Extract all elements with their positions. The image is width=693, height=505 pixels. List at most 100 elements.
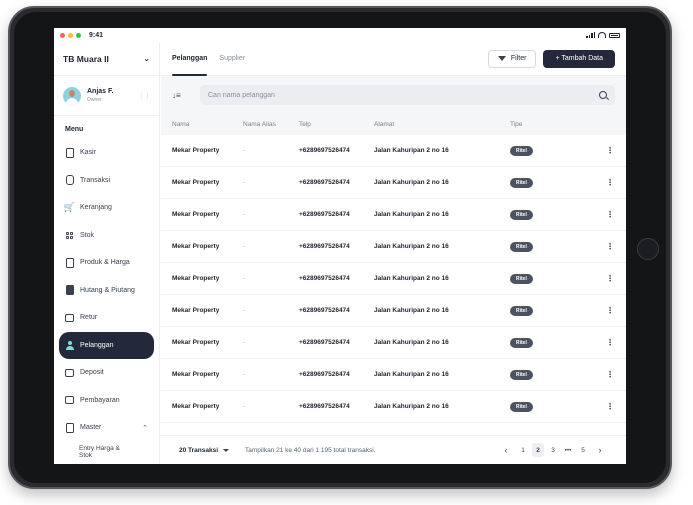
- sidebar-item-deposit[interactable]: Deposit: [54, 359, 159, 387]
- column-header-alamat[interactable]: Alamat: [374, 121, 510, 128]
- cell-tipe: Ritel: [510, 401, 580, 412]
- wallet-icon: [65, 313, 74, 323]
- user-profile[interactable]: Anjas F. Owner ⋮⋮: [54, 76, 159, 116]
- next-page-icon[interactable]: ›: [592, 443, 608, 457]
- sidebar-item-pembayaran[interactable]: Pembayaran: [54, 387, 159, 415]
- sidebar-subitem-entry-harga-stok[interactable]: Entry Harga & Stok: [54, 442, 159, 462]
- table-row[interactable]: Mekar Property - +6289697526474 Jalan Ka…: [161, 231, 626, 263]
- cell-alias: -: [243, 211, 246, 218]
- cell-telp: +6289697526474: [299, 371, 350, 378]
- wifi-icon: [598, 32, 606, 38]
- sidebar-item-label: Kasir: [80, 149, 96, 157]
- maximize-dot[interactable]: [76, 32, 81, 38]
- sidebar-item-label: Pelanggan: [80, 341, 114, 349]
- cell-alamat: Jalan Kahuripan 2 no 16: [374, 371, 449, 378]
- sidebar-item-keranjang[interactable]: 🛒 Keranjang: [54, 194, 159, 222]
- cell-tipe: Ritel: [510, 145, 580, 156]
- cell-alias: -: [243, 179, 246, 186]
- filter-icon: [497, 56, 506, 61]
- user-info: Anjas F. Owner: [87, 88, 113, 103]
- store-selector[interactable]: TB Muara II ⌄: [54, 42, 159, 76]
- wallet-icon: [65, 395, 74, 405]
- column-header-nama-alias[interactable]: Nama Alias: [243, 121, 299, 128]
- more-vertical-icon[interactable]: ⋮: [605, 370, 615, 379]
- cell-nama: Mekar Property: [172, 179, 220, 186]
- home-button: [637, 238, 659, 260]
- table-row[interactable]: Mekar Property - +6289697526474 Jalan Ka…: [161, 391, 626, 423]
- sidebar-item-produk-harga[interactable]: Produk & Harga: [54, 249, 159, 277]
- cell-telp: +6289697526474: [299, 243, 350, 250]
- battery-icon: [609, 32, 620, 38]
- sidebar-item-stok[interactable]: Stok: [54, 222, 159, 250]
- cell-tipe: Ritel: [510, 209, 580, 220]
- table-row[interactable]: Mekar Property - +6289697526474 Jalan Ka…: [161, 199, 626, 231]
- sidebar-item-label: Master: [80, 424, 102, 432]
- more-dots-icon[interactable]: ⋮⋮: [138, 92, 151, 100]
- minimize-dot[interactable]: [68, 32, 73, 38]
- table-row[interactable]: Mekar Property - +6289697526474 Jalan Ka…: [161, 263, 626, 295]
- tab-pelanggan[interactable]: Pelanggan: [172, 42, 208, 76]
- cell-alamat: Jalan Kahuripan 2 no 16: [374, 179, 449, 186]
- table-row[interactable]: Mekar Property - +6289697526474 Jalan Ka…: [161, 135, 626, 167]
- status-time: 9:41: [89, 31, 104, 39]
- close-dot[interactable]: [60, 32, 65, 38]
- cell-alamat: Jalan Kahuripan 2 no 16: [374, 339, 449, 346]
- table-row[interactable]: Mekar Property - +6289697526474 Jalan Ka…: [161, 295, 626, 327]
- column-header-nama[interactable]: Nama: [172, 121, 243, 128]
- more-vertical-icon[interactable]: ⋮: [605, 306, 615, 315]
- sidebar-item-master[interactable]: Master ⌃: [54, 414, 159, 442]
- search-input[interactable]: [208, 91, 599, 99]
- pagination-info: Tampilkan 21 ke 40 dari 1.195 total tran…: [245, 446, 376, 454]
- cell-alias: -: [243, 243, 246, 250]
- sidebar-item-label: Keranjang: [80, 204, 112, 212]
- table-row[interactable]: Mekar Property - +6289697526474 Jalan Ka…: [161, 359, 626, 391]
- page-5-button[interactable]: 5: [577, 443, 589, 457]
- cell-alamat: Jalan Kahuripan 2 no 16: [374, 403, 449, 410]
- sidebar-item-label: Pembayaran: [80, 396, 120, 404]
- column-header-telp[interactable]: Telp: [299, 121, 374, 128]
- more-vertical-icon[interactable]: ⋮: [605, 210, 615, 219]
- cell-telp: +6289697526474: [299, 403, 350, 410]
- cell-telp: +6289697526474: [299, 307, 350, 314]
- per-page-select[interactable]: 20 Transaksi: [179, 446, 230, 454]
- sidebar-item-pelanggan[interactable]: Pelanggan: [59, 331, 154, 359]
- pager: ‹ 1 2 3 ••• 5 ›: [498, 443, 608, 457]
- filter-label: Filter: [510, 55, 527, 62]
- prev-page-icon[interactable]: ‹: [498, 443, 514, 457]
- table-body: Mekar Property - +6289697526474 Jalan Ka…: [161, 135, 626, 423]
- cell-alamat: Jalan Kahuripan 2 no 16: [374, 211, 449, 218]
- search-icon[interactable]: [599, 91, 607, 99]
- filter-button[interactable]: Filter: [487, 49, 537, 68]
- more-vertical-icon[interactable]: ⋮: [605, 242, 615, 251]
- sidebar-item-retur[interactable]: Retur: [54, 304, 159, 332]
- more-vertical-icon[interactable]: ⋮: [605, 178, 615, 187]
- sidebar-item-hutang-piutang[interactable]: Hutang & Piutang: [54, 277, 159, 305]
- tab-supplier[interactable]: Supplier: [219, 42, 245, 76]
- menu-title: Menu: [65, 126, 84, 133]
- column-header-tipe[interactable]: Tipe: [510, 121, 580, 128]
- more-vertical-icon[interactable]: ⋮: [605, 146, 615, 155]
- search-box: [200, 85, 615, 105]
- table-row[interactable]: Mekar Property - +6289697526474 Jalan Ka…: [161, 167, 626, 199]
- sidebar-item-kasir[interactable]: Kasir: [54, 139, 159, 167]
- cell-tipe: Ritel: [510, 241, 580, 252]
- cart-icon: 🛒: [63, 202, 76, 213]
- more-vertical-icon[interactable]: ⋮: [605, 274, 615, 283]
- signal-icon: [586, 32, 595, 38]
- add-data-button[interactable]: + Tambah Data: [543, 49, 615, 68]
- user-name: Anjas F.: [87, 88, 114, 95]
- page-1-button[interactable]: 1: [517, 443, 529, 457]
- sidebar-item-transaksi[interactable]: Transaksi: [54, 167, 159, 195]
- sort-icon[interactable]: ↓≡: [172, 91, 192, 100]
- per-page-value: 20 Transaksi: [179, 446, 219, 454]
- page-2-button[interactable]: 2: [532, 443, 544, 457]
- more-vertical-icon[interactable]: ⋮: [605, 338, 615, 347]
- table-header: Nama Nama Alias Telp Alamat Tipe: [161, 114, 626, 135]
- pagination-bar: 20 Transaksi Tampilkan 21 ke 40 dari 1.1…: [161, 435, 626, 464]
- sidebar-item-label: Produk & Harga: [80, 259, 130, 267]
- cell-tipe: Ritel: [510, 177, 580, 188]
- more-vertical-icon[interactable]: ⋮: [605, 402, 615, 411]
- table-row[interactable]: Mekar Property - +6289697526474 Jalan Ka…: [161, 327, 626, 359]
- page-3-button[interactable]: 3: [547, 443, 559, 457]
- wallet-icon: [65, 368, 74, 378]
